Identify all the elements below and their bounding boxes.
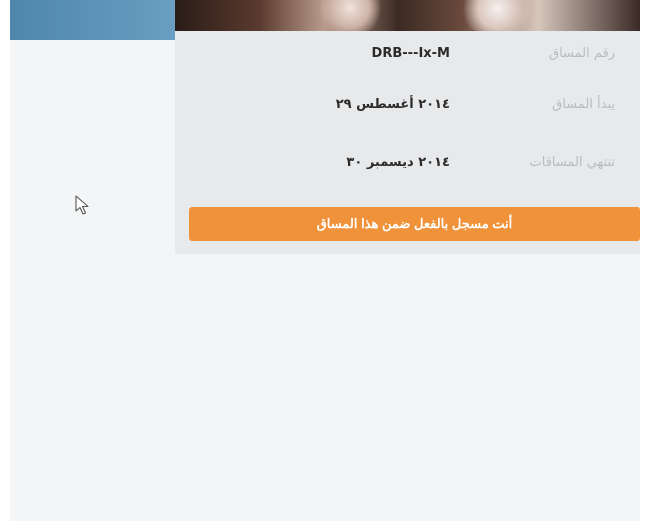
page-right-margin xyxy=(640,0,650,521)
course-number-value: DRB---Ix-M xyxy=(371,46,450,61)
start-date-row: يبدأ المساق ٢٠١٤ أغسطس ٢٩ xyxy=(175,85,640,125)
course-details-panel: رقم المساق DRB---Ix-M يبدأ المساق ٢٠١٤ أ… xyxy=(175,31,640,254)
hero-figure-right xyxy=(455,0,540,31)
start-date-label: يبدأ المساق xyxy=(552,97,615,112)
course-hero-image xyxy=(175,0,640,31)
end-date-value: ٢٠١٤ ديسمبر ٣٠ xyxy=(346,155,450,170)
end-date-label: تنتهي المساقات xyxy=(529,155,615,170)
hero-figure-left xyxy=(315,0,385,31)
page-left-margin xyxy=(0,0,10,521)
start-date-value: ٢٠١٤ أغسطس ٢٩ xyxy=(335,97,450,112)
course-number-label: رقم المساق xyxy=(548,46,615,61)
course-number-row: رقم المساق DRB---Ix-M xyxy=(175,34,640,74)
mouse-pointer-icon xyxy=(75,195,89,215)
already-registered-button[interactable]: أنت مسجل بالفعل ضمن هذا المساق xyxy=(189,207,640,241)
blue-header-band xyxy=(10,0,175,40)
end-date-row: تنتهي المساقات ٢٠١٤ ديسمبر ٣٠ xyxy=(175,143,640,183)
